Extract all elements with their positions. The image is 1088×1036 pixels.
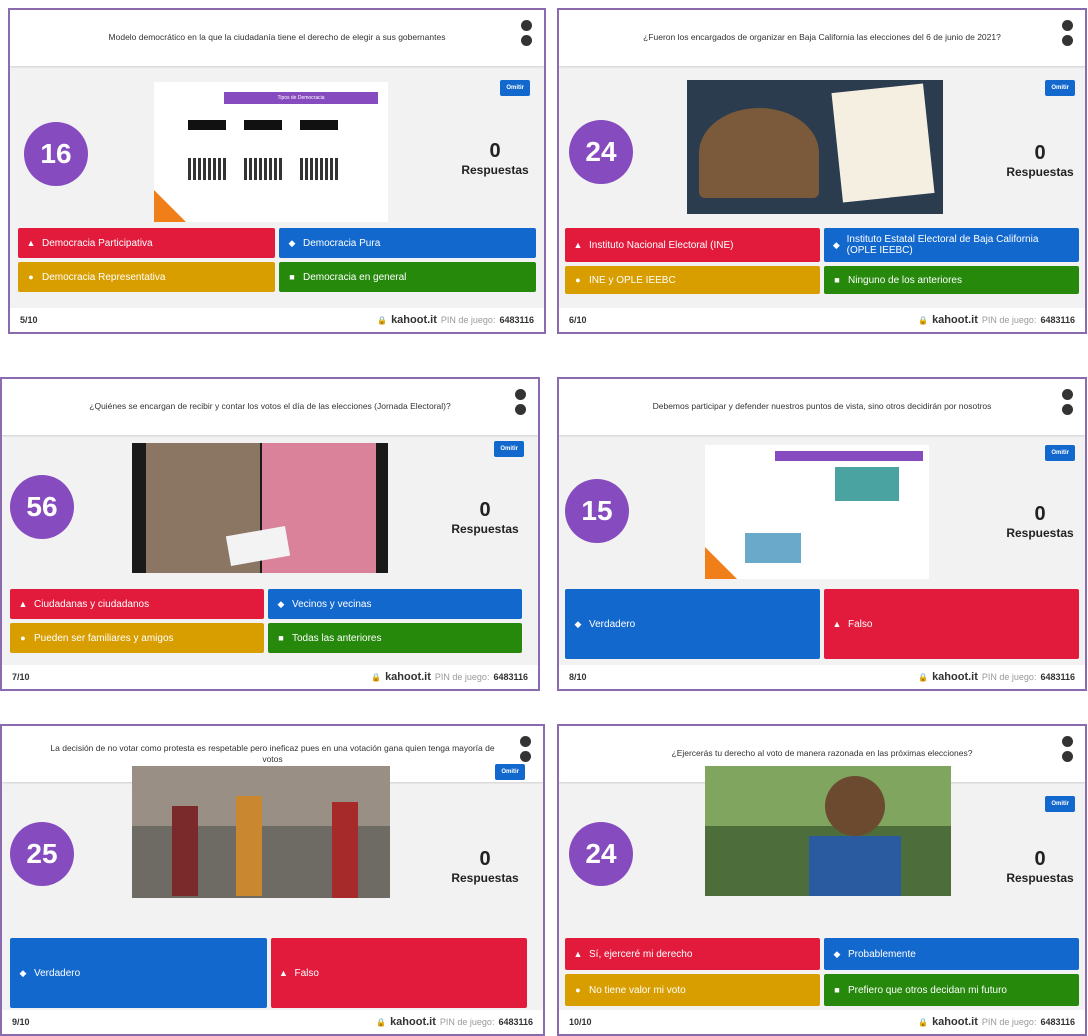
answer-option[interactable]: ▲ Democracia Participativa <box>18 228 275 258</box>
answer-option[interactable]: ◆ Instituto Estatal Electoral de Baja Cal… <box>824 228 1079 262</box>
answer-option[interactable]: ■ Ninguno de los anteriores <box>824 266 1079 294</box>
slide-title: Tipos de Democracia <box>224 92 378 104</box>
responses-counter: 0 Respuestas <box>1006 848 1074 885</box>
settings-icon[interactable] <box>521 20 532 31</box>
question-video[interactable] <box>132 443 388 573</box>
answer-option[interactable]: ■ Todas las anteriores <box>268 623 522 653</box>
footer: 8/10 🔒 kahoot.it PIN de juego: 6483116 <box>559 665 1085 689</box>
answer-grid: ◆ Verdadero ▲ Falso <box>10 938 527 1008</box>
question-video[interactable] <box>705 766 951 896</box>
answer-option[interactable]: ▲ Falso <box>824 589 1079 659</box>
fullscreen-icon[interactable] <box>1062 35 1073 46</box>
question-text: ¿Quiénes se encargan de recibir y contar… <box>89 401 451 412</box>
question-text: Debemos participar y defender nuestros p… <box>652 401 992 412</box>
answer-option[interactable]: ▲ Sí, ejerceré mi derecho <box>565 938 820 970</box>
question-progress: 6/10 <box>569 315 587 325</box>
kahoot-card-5: Modelo democrático en la que la ciudadan… <box>8 8 546 334</box>
kahoot-card-8: Debemos participar y defender nuestros p… <box>557 377 1087 691</box>
kahoot-card-7: ¿Quiénes se encargan de recibir y contar… <box>0 377 540 691</box>
question-video[interactable] <box>132 766 390 898</box>
answer-grid: ▲ Democracia Participativa ◆ Democracia Pu… <box>18 228 536 292</box>
question-text: ¿Fueron los encargados de organizar en B… <box>643 32 1001 43</box>
question-progress: 7/10 <box>12 672 30 682</box>
lock-icon: 🔒 <box>918 1017 929 1027</box>
question-progress: 9/10 <box>12 1017 30 1027</box>
question-bar: Modelo democrático en la que la ciudadan… <box>10 10 544 66</box>
timer-badge: 15 <box>565 479 629 543</box>
fullscreen-icon[interactable] <box>1062 751 1073 762</box>
question-text: La decisión de no votar como protesta es… <box>50 742 495 764</box>
answer-option[interactable]: ◆ Verdadero <box>565 589 820 659</box>
answer-option[interactable]: ● INE y OPLE IEEBC <box>565 266 820 294</box>
footer: 10/10 🔒 kahoot.it PIN de juego: 6483116 <box>559 1010 1085 1034</box>
question-progress: 8/10 <box>569 672 587 682</box>
question-image <box>687 80 943 214</box>
kahoot-card-9: La decisión de no votar como protesta es… <box>0 724 545 1036</box>
lock-icon: 🔒 <box>371 672 382 682</box>
responses-counter: 0 Respuestas <box>451 499 519 536</box>
answer-option[interactable]: ▲ Falso <box>270 938 527 1008</box>
settings-icon[interactable] <box>1062 736 1073 747</box>
responses-counter: 0 Respuestas <box>1006 142 1074 179</box>
lock-icon: 🔒 <box>377 315 388 325</box>
lock-icon: 🔒 <box>918 315 929 325</box>
skip-button[interactable]: Omitir <box>495 764 525 780</box>
answer-option[interactable]: ◆ Democracia Pura <box>279 228 536 258</box>
settings-icon[interactable] <box>520 736 531 747</box>
skip-button[interactable]: Omitir <box>1045 80 1075 96</box>
question-text: Modelo democrático en la que la ciudadan… <box>108 32 446 43</box>
question-image: Tipos de Democracia <box>154 82 388 222</box>
answer-grid: ▲ Sí, ejerceré mi derecho ◆ Probablemente … <box>565 938 1079 1006</box>
lock-icon: 🔒 <box>376 1017 387 1027</box>
kahoot-card-10: ¿Ejercerás tu derecho al voto de manera … <box>557 724 1087 1036</box>
answer-option[interactable]: ● Pueden ser familiares y amigos <box>10 623 264 653</box>
question-bar: ¿Fueron los encargados de organizar en B… <box>559 10 1085 66</box>
answer-grid: ▲ Ciudadanas y ciudadanos ◆ Vecinos y veci… <box>10 589 522 653</box>
footer: 7/10 🔒 kahoot.it PIN de juego: 6483116 <box>2 665 538 689</box>
answer-option[interactable]: ◆ Probablemente <box>824 938 1079 970</box>
answer-option[interactable]: ● No tiene valor mi voto <box>565 974 820 1006</box>
lock-icon: 🔒 <box>918 672 929 682</box>
question-image <box>705 445 929 579</box>
answer-grid: ▲ Instituto Nacional Electoral (INE) ◆ Ins… <box>565 228 1079 294</box>
question-progress: 10/10 <box>569 1017 592 1027</box>
answer-option[interactable]: ▲ Instituto Nacional Electoral (INE) <box>565 228 820 262</box>
settings-icon[interactable] <box>1062 389 1073 400</box>
question-bar: ¿Quiénes se encargan de recibir y contar… <box>2 379 538 435</box>
answer-option[interactable]: ■ Democracia en general <box>279 262 536 292</box>
fullscreen-icon[interactable] <box>1062 404 1073 415</box>
answer-option[interactable]: ◆ Vecinos y vecinas <box>268 589 522 619</box>
settings-icon[interactable] <box>1062 20 1073 31</box>
kahoot-card-6: ¿Fueron los encargados de organizar en B… <box>557 8 1087 334</box>
timer-badge: 56 <box>10 475 74 539</box>
timer-badge: 25 <box>10 822 74 886</box>
skip-button[interactable]: Omitir <box>500 80 530 96</box>
question-bar: Debemos participar y defender nuestros p… <box>559 379 1085 435</box>
footer: 6/10 🔒 kahoot.it PIN de juego: 6483116 <box>559 308 1085 332</box>
responses-counter: 0 Respuestas <box>461 140 529 177</box>
answer-grid: ◆ Verdadero ▲ Falso <box>565 589 1079 659</box>
fullscreen-icon[interactable] <box>521 35 532 46</box>
answer-option[interactable]: ● Democracia Representativa <box>18 262 275 292</box>
answer-option[interactable]: ◆ Verdadero <box>10 938 267 1008</box>
skip-button[interactable]: Omitir <box>1045 796 1075 812</box>
footer: 9/10 🔒 kahoot.it PIN de juego: 6483116 <box>2 1010 543 1034</box>
fullscreen-icon[interactable] <box>520 751 531 762</box>
timer-badge: 24 <box>569 120 633 184</box>
skip-button[interactable]: Omitir <box>494 441 524 457</box>
timer-badge: 24 <box>569 822 633 886</box>
skip-button[interactable]: Omitir <box>1045 445 1075 461</box>
footer: 5/10 🔒 kahoot.it PIN de juego: 6483116 <box>10 308 544 332</box>
question-text: ¿Ejercerás tu derecho al voto de manera … <box>671 748 973 759</box>
responses-counter: 0 Respuestas <box>1006 503 1074 540</box>
settings-icon[interactable] <box>515 389 526 400</box>
answer-option[interactable]: ■ Prefiero que otros decidan mi futuro <box>824 974 1079 1006</box>
question-progress: 5/10 <box>20 315 38 325</box>
timer-badge: 16 <box>24 122 88 186</box>
responses-counter: 0 Respuestas <box>451 848 519 885</box>
fullscreen-icon[interactable] <box>515 404 526 415</box>
answer-option[interactable]: ▲ Ciudadanas y ciudadanos <box>10 589 264 619</box>
